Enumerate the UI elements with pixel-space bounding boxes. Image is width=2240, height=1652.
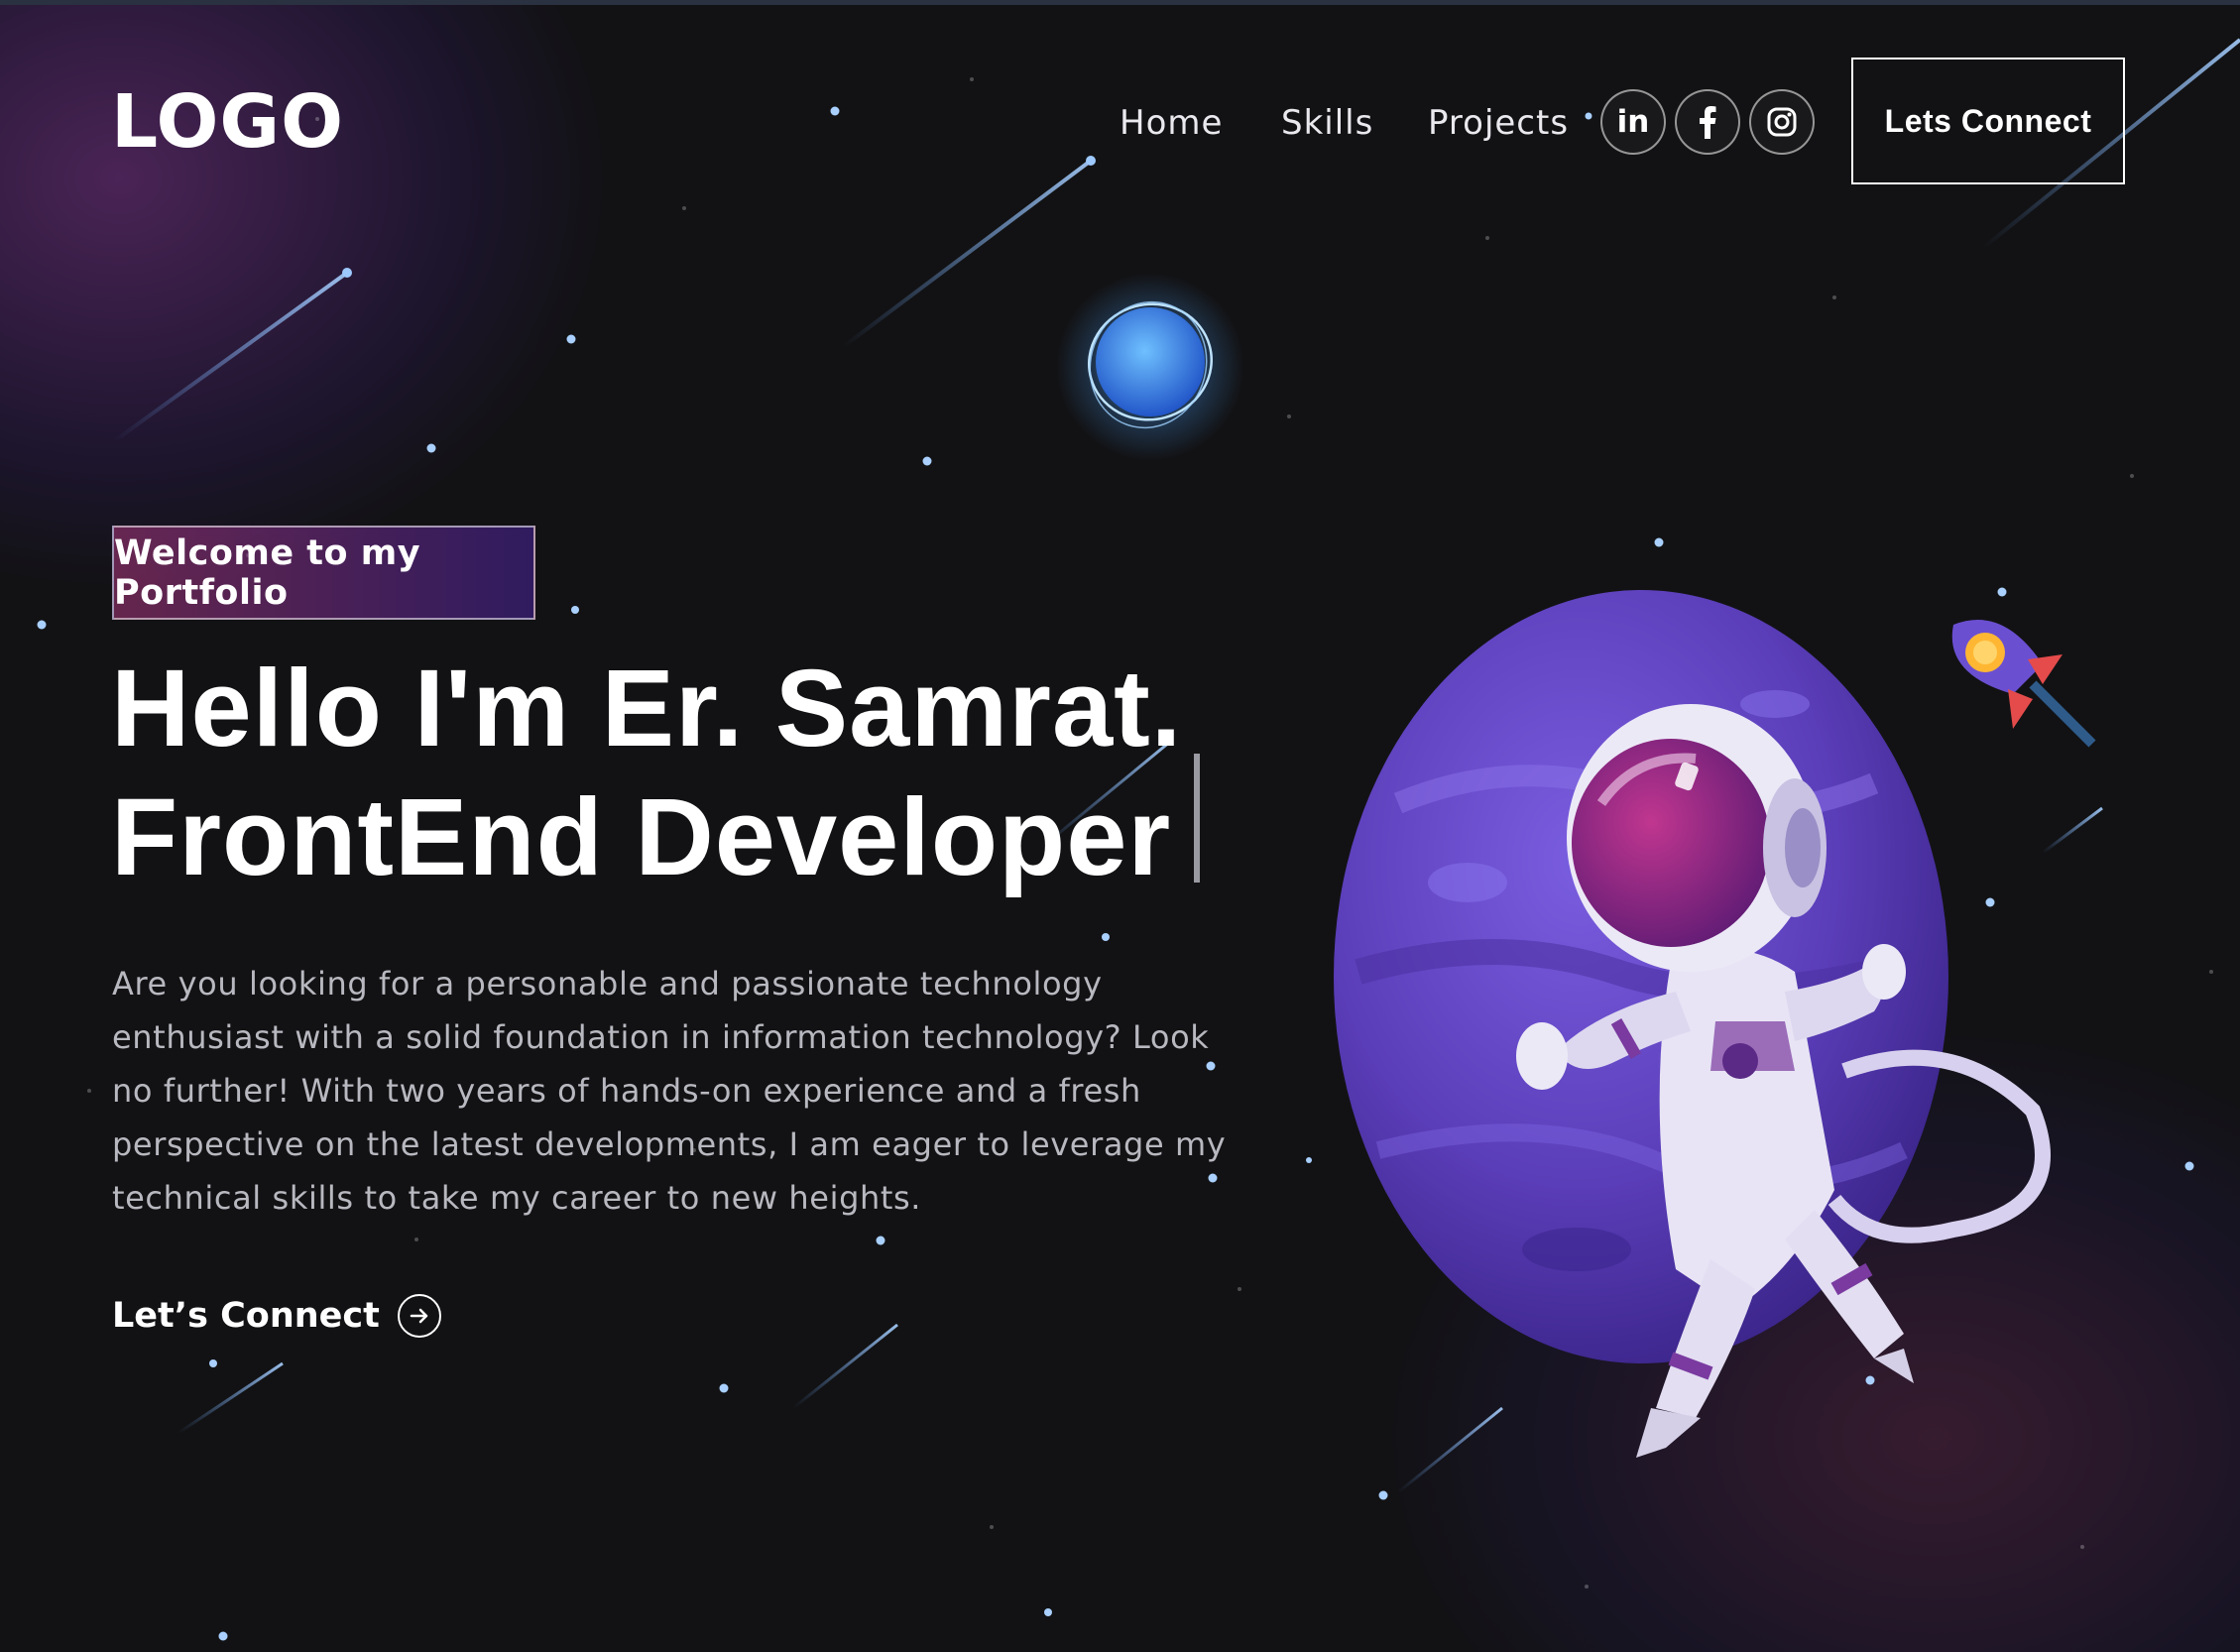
logo[interactable]: LOGO bbox=[111, 79, 344, 165]
facebook-button[interactable] bbox=[1675, 89, 1740, 155]
small-blue-planet bbox=[1056, 273, 1244, 461]
rocket-illustration bbox=[1951, 620, 2096, 748]
linkedin-icon: in bbox=[1616, 104, 1650, 140]
instagram-icon bbox=[1767, 107, 1797, 137]
hero-description: Are you looking for a personable and pas… bbox=[112, 965, 1227, 1217]
nav-link-projects[interactable]: Projects bbox=[1428, 103, 1569, 143]
nav-link-home[interactable]: Home bbox=[1120, 103, 1223, 143]
hero-headline: Hello I'm Er. Samrat. FrontEnd Developer bbox=[111, 645, 1200, 902]
typing-caret bbox=[1194, 754, 1200, 883]
instagram-button[interactable] bbox=[1749, 89, 1815, 155]
lets-connect-nav-button[interactable]: Lets Connect bbox=[1851, 58, 2125, 184]
portfolio-page: LOGO Home Skills Projects in Lets Connec… bbox=[0, 0, 2240, 1652]
welcome-badge: Welcome to my Portfolio bbox=[112, 526, 535, 620]
lets-connect-label: Let’s Connect bbox=[112, 1296, 380, 1336]
facebook-icon bbox=[1700, 106, 1716, 139]
arrow-right-circle-icon bbox=[397, 1294, 441, 1338]
headline-line-2: FrontEnd Developer bbox=[111, 776, 1172, 898]
linkedin-button[interactable]: in bbox=[1600, 89, 1666, 155]
nav-link-skills[interactable]: Skills bbox=[1281, 103, 1373, 143]
lets-connect-cta[interactable]: Let’s Connect bbox=[112, 1294, 441, 1338]
headline-line-1: Hello I'm Er. Samrat. bbox=[111, 648, 1183, 769]
